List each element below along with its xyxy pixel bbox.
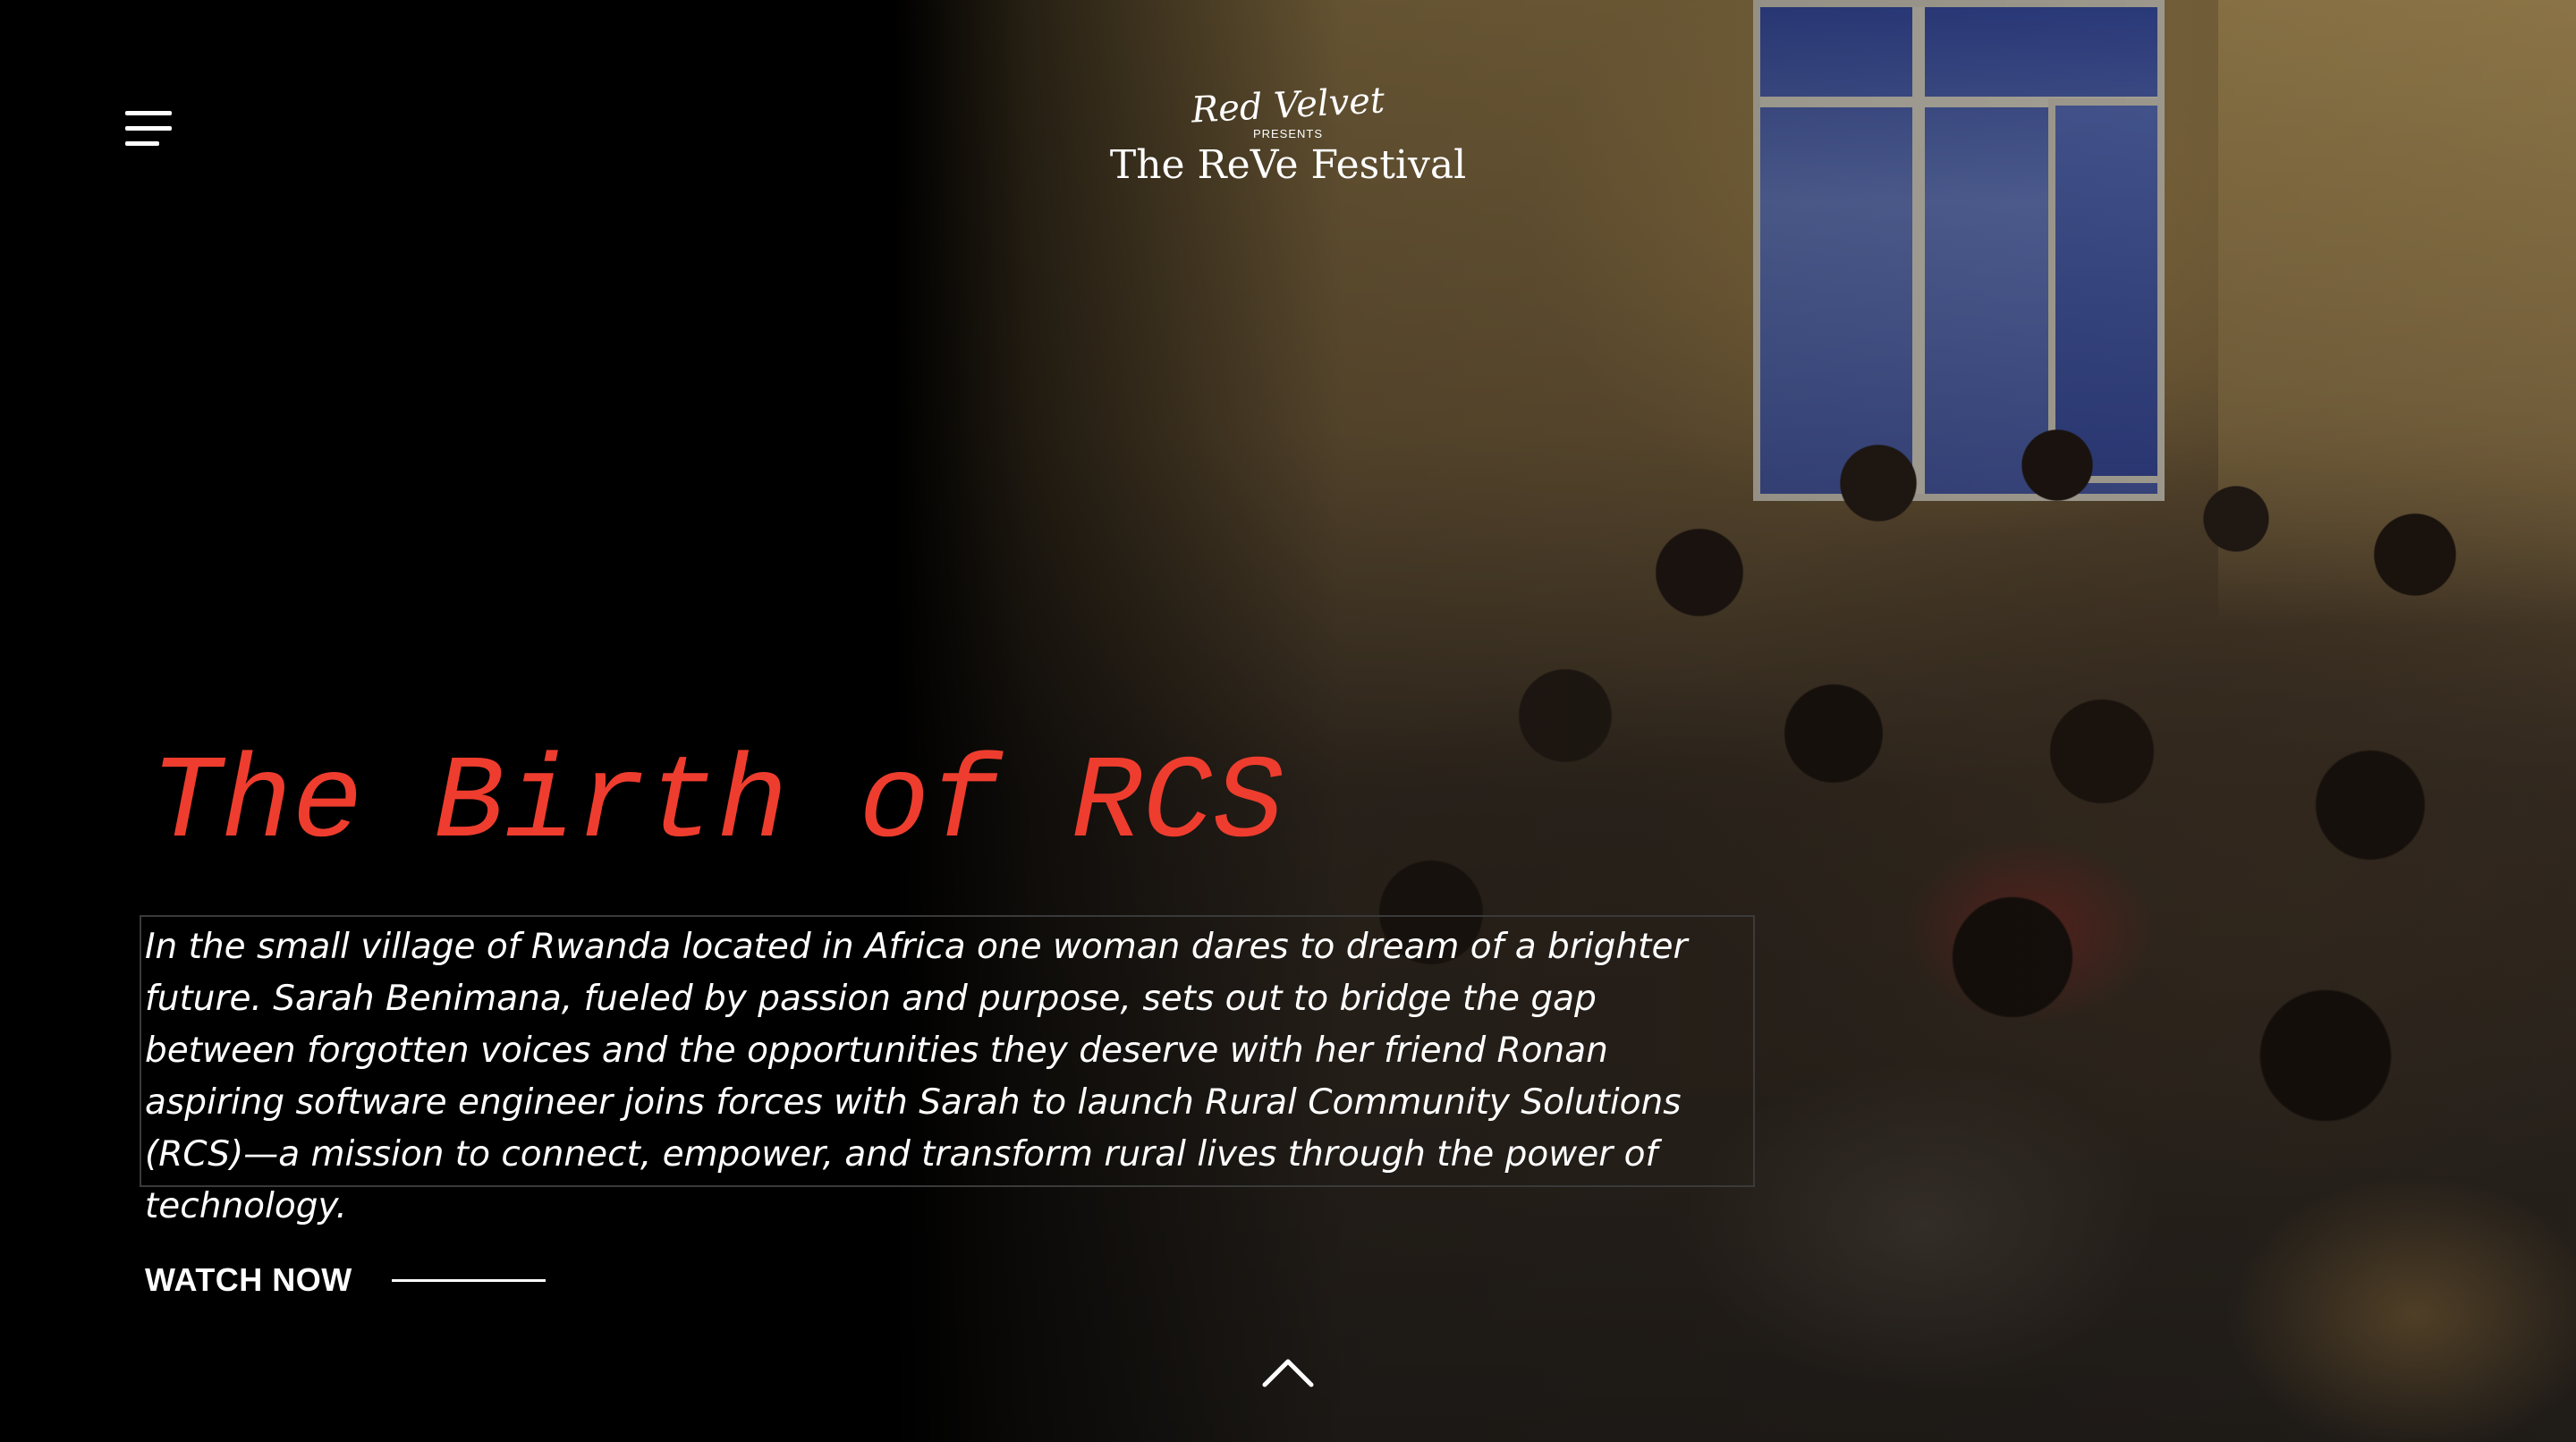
watch-now-button[interactable]: WATCH NOW <box>145 1261 546 1299</box>
watch-now-label: WATCH NOW <box>145 1261 352 1298</box>
hero-title: The Birth of RCS <box>150 737 1284 871</box>
chevron-up-icon[interactable] <box>1261 1351 1315 1395</box>
hamburger-menu-icon[interactable] <box>122 107 175 152</box>
watch-now-underline <box>391 1278 546 1282</box>
logo-brand: Red Velvet <box>1190 80 1386 131</box>
logo-title: The ReVe Festival <box>1109 142 1467 188</box>
menu-line <box>125 141 159 146</box>
chevron-up-svg <box>1262 1359 1314 1387</box>
site-logo[interactable]: Red Velvet PRESENTS The ReVe Festival <box>1109 75 1467 191</box>
menu-line <box>125 111 172 115</box>
menu-line <box>125 126 172 131</box>
hero-description: In the small village of Rwanda located i… <box>145 927 1688 1226</box>
hero-section: Red Velvet PRESENTS The ReVe Festival Th… <box>0 0 2576 1442</box>
